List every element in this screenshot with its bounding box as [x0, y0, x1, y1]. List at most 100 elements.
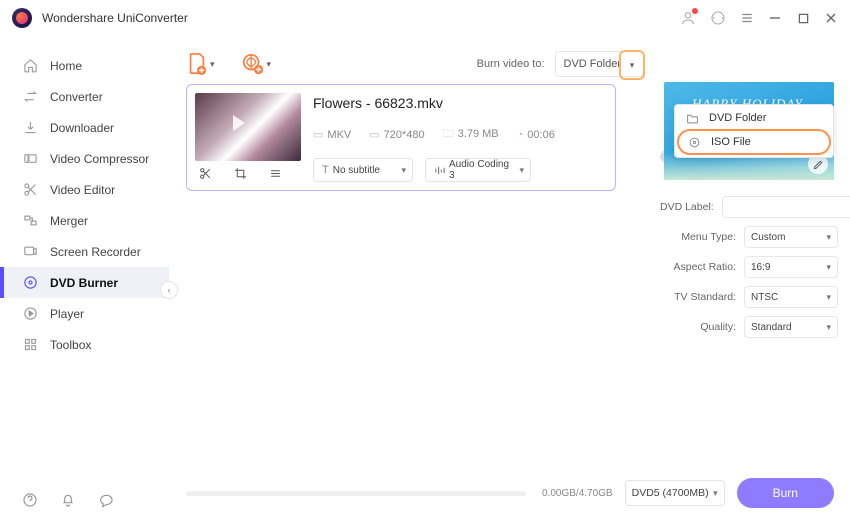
converter-icon — [22, 89, 38, 105]
chevron-down-icon: ▾ — [267, 59, 272, 70]
dropdown-option-label: DVD Folder — [709, 112, 766, 124]
aspect-ratio-label: Aspect Ratio: — [660, 261, 736, 273]
chevron-down-icon: ▾ — [210, 59, 215, 70]
video-resolution: 720*480 — [384, 129, 425, 141]
video-card: Flowers - 66823.mkv ▭ MKV ▭ 720*480 🗀 3.79 … — [186, 84, 616, 191]
notifications-icon[interactable] — [60, 492, 76, 508]
audio-icon — [434, 165, 445, 176]
tv-standard-label: TV Standard: — [660, 291, 736, 303]
sidebar-label: Player — [50, 307, 84, 321]
collapse-sidebar-button[interactable]: ‹ — [161, 282, 177, 298]
menu-type-select[interactable]: Custom — [744, 226, 838, 248]
subtitle-value: No subtitle — [333, 165, 380, 176]
sidebar-item-recorder[interactable]: Screen Recorder — [0, 236, 169, 267]
folder-icon — [685, 111, 699, 125]
sidebar-label: Downloader — [50, 121, 114, 135]
merger-icon — [22, 213, 38, 229]
video-filename: Flowers - 66823.mkv — [313, 95, 607, 111]
aspect-ratio-select[interactable]: 16:9 — [744, 256, 838, 278]
sidebar-item-merger[interactable]: Merger — [0, 205, 169, 236]
app-logo — [12, 8, 32, 28]
disc-usage-text: 0.00GB/4.70GB — [542, 488, 613, 499]
format-icon: ▭ — [313, 129, 323, 141]
tv-standard-select[interactable]: NTSC — [744, 286, 838, 308]
menu-icon[interactable] — [740, 11, 754, 25]
sidebar-item-downloader[interactable]: Downloader — [0, 112, 169, 143]
feedback-icon[interactable] — [98, 492, 114, 508]
play-icon — [22, 306, 38, 322]
help-icon[interactable] — [22, 492, 38, 508]
dropdown-option-dvd-folder[interactable]: DVD Folder — [677, 107, 831, 129]
sidebar: Home Converter Downloader Video Compress… — [0, 36, 170, 526]
sidebar-label: Converter — [50, 90, 103, 104]
folder-icon: 🗀 — [443, 128, 454, 140]
subtitle-prefix: T — [322, 164, 329, 176]
sidebar-item-home[interactable]: Home — [0, 50, 169, 81]
dropdown-option-label: ISO File — [711, 136, 751, 148]
quality-value: Standard — [751, 322, 792, 333]
sidebar-item-editor[interactable]: Video Editor — [0, 174, 169, 205]
add-file-button[interactable]: ▾ — [186, 52, 215, 76]
crop-button[interactable] — [234, 167, 262, 180]
effects-button[interactable] — [269, 167, 297, 180]
resolution-icon: ▭ — [369, 129, 379, 141]
menu-type-value: Custom — [751, 232, 785, 243]
aspect-ratio-value: 16:9 — [751, 262, 770, 273]
burn-to-dropdown: DVD Folder ISO File — [674, 104, 834, 158]
link-plus-icon — [241, 52, 265, 76]
dropdown-option-iso-file[interactable]: ISO File — [677, 129, 831, 155]
minimize-button[interactable] — [768, 12, 782, 24]
sidebar-label: Toolbox — [50, 338, 91, 352]
burn-to-value: DVD Folder — [564, 58, 621, 70]
app-title: Wondershare UniConverter — [42, 11, 188, 25]
add-url-button[interactable]: ▾ — [241, 52, 272, 76]
sidebar-item-compressor[interactable]: Video Compressor — [0, 143, 169, 174]
dvd-label-label: DVD Label: — [660, 201, 714, 213]
video-thumbnail[interactable] — [195, 93, 301, 161]
sidebar-item-toolbox[interactable]: Toolbox — [0, 329, 169, 360]
video-format: MKV — [327, 129, 351, 141]
quality-select[interactable]: Standard — [744, 316, 838, 338]
disc-usage-bar — [186, 491, 526, 496]
video-meta: ▭ MKV ▭ 720*480 🗀 3.79 MB ◔00:06 — [313, 125, 607, 144]
subtitle-select[interactable]: T No subtitle — [313, 158, 413, 182]
account-icon[interactable] — [680, 10, 696, 26]
trim-button[interactable] — [199, 167, 227, 180]
sidebar-label: Screen Recorder — [50, 245, 141, 259]
file-plus-icon — [186, 52, 208, 76]
disc-type-value: DVD5 (4700MB) — [632, 487, 709, 499]
quality-label: Quality: — [660, 321, 736, 333]
dropdown-arrow-highlight[interactable]: ▾ — [619, 50, 645, 80]
audio-select[interactable]: Audio Coding 3 — [425, 158, 531, 182]
grid-icon — [22, 337, 38, 353]
tv-standard-value: NTSC — [751, 292, 778, 303]
download-icon — [22, 120, 38, 136]
compressor-icon — [22, 151, 38, 167]
support-icon[interactable] — [710, 10, 726, 26]
bottom-bar: 0.00GB/4.70GB DVD5 (4700MB) Burn — [186, 478, 834, 508]
sidebar-item-converter[interactable]: Converter — [0, 81, 169, 112]
clock-icon: ◔ — [517, 129, 524, 141]
sidebar-label: DVD Burner — [50, 276, 118, 290]
sidebar-label: Merger — [50, 214, 88, 228]
toolbar: ▾ ▾ Burn video to: DVD Folder ▾ — [186, 44, 644, 84]
menu-type-label: Menu Type: — [660, 231, 736, 243]
chevron-down-icon: ▾ — [630, 60, 635, 71]
sidebar-item-player[interactable]: Player — [0, 298, 169, 329]
sidebar-label: Home — [50, 59, 82, 73]
disc-type-select[interactable]: DVD5 (4700MB) — [625, 480, 725, 506]
scissors-icon — [22, 182, 38, 198]
dvd-label-input[interactable] — [722, 196, 850, 218]
sidebar-label: Video Editor — [50, 183, 115, 197]
recorder-icon — [22, 244, 38, 260]
video-duration: 00:06 — [527, 129, 555, 141]
video-size: 3.79 MB — [458, 128, 499, 140]
title-bar: Wondershare UniConverter — [0, 0, 850, 36]
close-button[interactable] — [824, 12, 838, 24]
maximize-button[interactable] — [796, 13, 810, 24]
burn-to-select[interactable]: DVD Folder ▾ — [555, 51, 644, 77]
burn-button[interactable]: Burn — [737, 478, 834, 508]
iso-icon — [687, 135, 701, 149]
home-icon — [22, 58, 38, 74]
sidebar-item-dvd-burner[interactable]: DVD Burner — [0, 267, 169, 298]
